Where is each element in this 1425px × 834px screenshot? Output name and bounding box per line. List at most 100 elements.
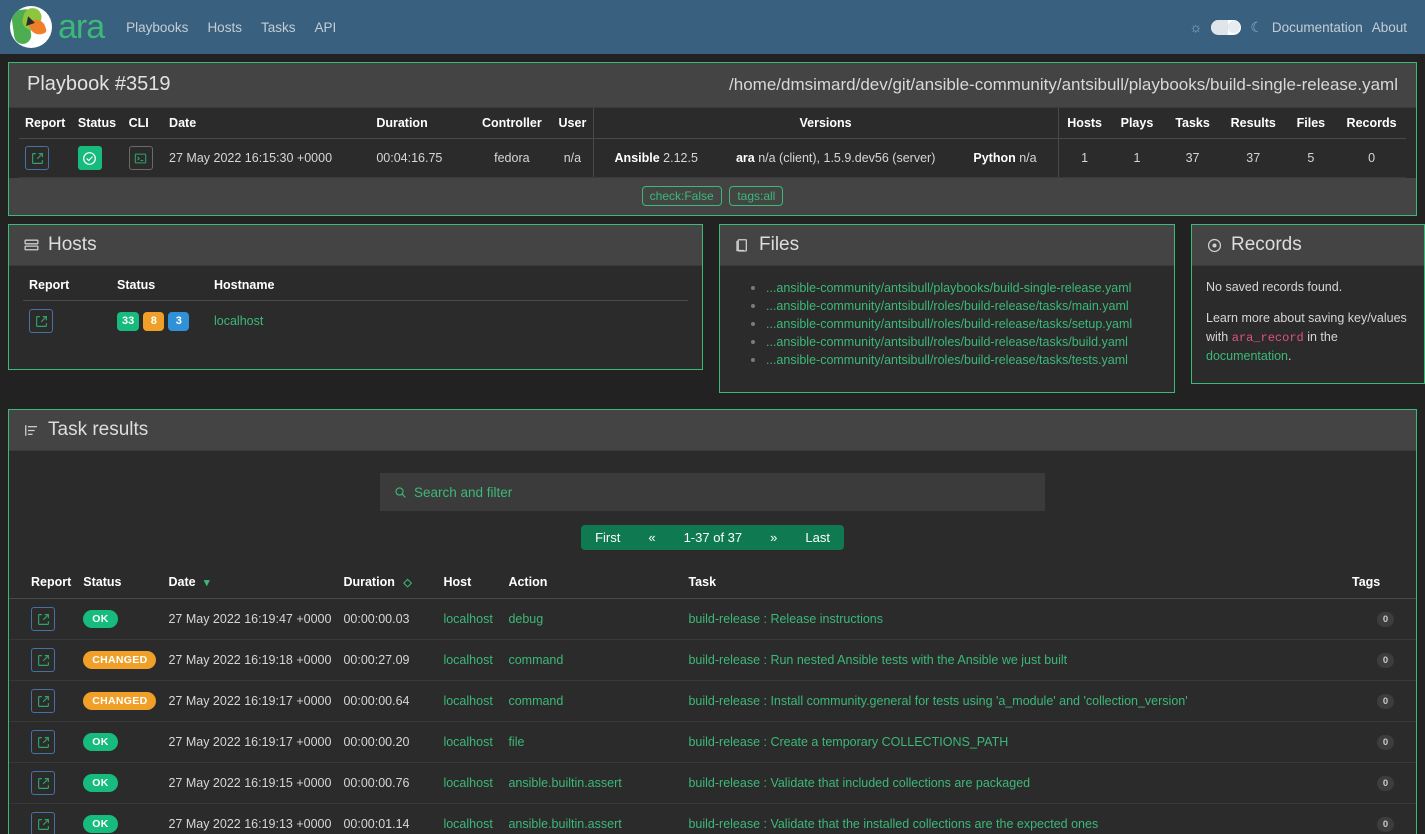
pagination-last[interactable]: Last xyxy=(791,525,844,550)
status-badge[interactable]: CHANGED xyxy=(83,651,157,669)
records-card-header: Records xyxy=(1192,225,1424,266)
playbook-row: 27 May 2022 16:15:30 +0000 00:04:16.75 f… xyxy=(19,138,1406,178)
terminal-icon[interactable] xyxy=(128,146,153,170)
tag-count-badge[interactable]: 0 xyxy=(1377,653,1394,668)
nav-item-playbooks[interactable]: Playbooks xyxy=(126,20,188,35)
tag-count-badge[interactable]: 0 xyxy=(1377,817,1394,832)
cell-results-count: 37 xyxy=(1221,138,1285,178)
external-link-icon[interactable] xyxy=(29,309,53,333)
action-link[interactable]: debug xyxy=(508,612,543,626)
file-link[interactable]: ...ansible-community/antsibull/roles/bui… xyxy=(766,317,1132,331)
hostname-link[interactable]: localhost xyxy=(214,314,263,328)
action-link[interactable]: command xyxy=(508,694,563,708)
cell-plays-count: 1 xyxy=(1110,138,1164,178)
cell-action: ansible.builtin.assert xyxy=(502,762,683,804)
tag-count-badge[interactable]: 0 xyxy=(1377,612,1394,627)
status-badge-changed[interactable]: 8 xyxy=(143,311,165,331)
action-link[interactable]: ansible.builtin.assert xyxy=(508,776,621,790)
col-hosts: Hosts xyxy=(1057,108,1111,139)
file-link[interactable]: ...ansible-community/antsibull/roles/bui… xyxy=(766,353,1128,367)
cell-report xyxy=(9,721,78,763)
status-badge[interactable]: OK xyxy=(83,733,118,751)
cell-tags: 0 xyxy=(1346,721,1416,763)
host-link[interactable]: localhost xyxy=(443,612,492,626)
hosts-card: Hosts Report Status Hostname 33 8 3 loca… xyxy=(8,224,703,370)
sort-diamond-icon[interactable]: ◇ xyxy=(403,577,411,589)
cell-tags: 0 xyxy=(1346,762,1416,804)
action-link[interactable]: ansible.builtin.assert xyxy=(508,817,621,831)
host-link[interactable]: localhost xyxy=(443,817,492,831)
nav-item-tasks[interactable]: Tasks xyxy=(261,20,296,35)
pagination-prev[interactable]: « xyxy=(634,525,669,550)
status-badge[interactable]: OK xyxy=(83,774,118,792)
cell-duration: 00:00:01.14 xyxy=(337,803,438,834)
task-link[interactable]: build-release : Validate that the instal… xyxy=(688,817,1098,831)
nav-item-documentation[interactable]: Documentation xyxy=(1272,20,1363,35)
cell-cli xyxy=(122,138,164,178)
col-versions: Versions xyxy=(592,108,1059,139)
task-list-icon xyxy=(23,422,40,439)
external-link-icon[interactable] xyxy=(31,771,55,795)
nav-item-hosts[interactable]: Hosts xyxy=(207,20,242,35)
check-circle-icon[interactable] xyxy=(77,146,102,170)
tag-check[interactable]: check:False xyxy=(641,186,722,206)
cell-records-count: 0 xyxy=(1337,138,1406,178)
documentation-link[interactable]: documentation xyxy=(1206,349,1288,363)
tag-count-badge[interactable]: 0 xyxy=(1377,735,1394,750)
file-link[interactable]: ...ansible-community/antsibull/playbooks… xyxy=(766,281,1131,295)
cell-tags: 0 xyxy=(1346,639,1416,681)
cell-action: command xyxy=(502,639,683,681)
action-link[interactable]: command xyxy=(508,653,563,667)
host-link[interactable]: localhost xyxy=(443,653,492,667)
col-status: Status xyxy=(71,108,123,139)
col-date[interactable]: Date ▾ xyxy=(162,566,338,599)
cell-host: localhost xyxy=(437,762,503,804)
cell-report xyxy=(9,680,78,722)
summary-cards-row: Hosts Report Status Hostname 33 8 3 loca… xyxy=(0,216,1425,401)
host-link[interactable]: localhost xyxy=(443,776,492,790)
cell-status: OK xyxy=(77,803,163,834)
pagination-first[interactable]: First xyxy=(581,525,634,550)
external-link-icon[interactable] xyxy=(31,648,55,672)
external-link-icon[interactable] xyxy=(31,730,55,754)
file-copy-icon xyxy=(734,237,751,254)
status-badge-ok[interactable]: 33 xyxy=(117,311,140,331)
host-link[interactable]: localhost xyxy=(443,735,492,749)
nav-item-about[interactable]: About xyxy=(1372,20,1407,35)
pagination-next[interactable]: » xyxy=(756,525,791,550)
search-row: Search and filter xyxy=(9,451,1416,511)
file-link[interactable]: ...ansible-community/antsibull/roles/bui… xyxy=(766,299,1129,313)
search-input[interactable]: Search and filter xyxy=(380,473,1045,511)
nav-item-api[interactable]: API xyxy=(314,20,336,35)
task-link[interactable]: build-release : Release instructions xyxy=(688,612,883,626)
cell-hosts-count: 1 xyxy=(1057,138,1111,178)
external-link-icon[interactable] xyxy=(31,812,55,834)
chevron-down-icon[interactable]: ▾ xyxy=(204,577,210,589)
brand[interactable]: ara xyxy=(10,6,105,48)
status-badge[interactable]: CHANGED xyxy=(83,692,157,710)
status-badge-skipped[interactable]: 3 xyxy=(168,311,190,331)
cell-report xyxy=(19,138,72,178)
tag-count-badge[interactable]: 0 xyxy=(1377,776,1394,791)
task-link[interactable]: build-release : Create a temporary COLLE… xyxy=(688,735,1008,749)
col-user: User xyxy=(552,108,594,139)
cell-status: OK xyxy=(77,598,163,640)
status-badge[interactable]: OK xyxy=(83,610,118,628)
cell-action: file xyxy=(502,721,683,763)
tag-tags[interactable]: tags:all xyxy=(729,186,784,206)
status-badge[interactable]: OK xyxy=(83,815,118,833)
col-results: Results xyxy=(1221,108,1285,139)
host-link[interactable]: localhost xyxy=(443,694,492,708)
tag-count-badge[interactable]: 0 xyxy=(1377,694,1394,709)
action-link[interactable]: file xyxy=(508,735,524,749)
col-duration[interactable]: Duration ◇ xyxy=(337,566,438,599)
cell-date: 27 May 2022 16:19:17 +0000 xyxy=(162,721,338,763)
external-link-icon[interactable] xyxy=(31,689,55,713)
external-link-icon[interactable] xyxy=(25,146,49,170)
theme-toggle-switch[interactable] xyxy=(1211,19,1242,35)
external-link-icon[interactable] xyxy=(31,607,55,631)
task-link[interactable]: build-release : Validate that included c… xyxy=(688,776,1030,790)
file-link[interactable]: ...ansible-community/antsibull/roles/bui… xyxy=(766,335,1128,349)
task-link[interactable]: build-release : Install community.genera… xyxy=(688,694,1187,708)
task-link[interactable]: build-release : Run nested Ansible tests… xyxy=(688,653,1067,667)
